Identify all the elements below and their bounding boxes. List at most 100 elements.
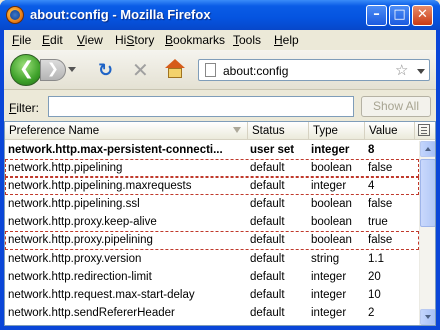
tree-rows: network.http.max-persistent-connecti... … [5,141,419,322]
menu-help[interactable]: Help [274,33,299,47]
pref-status: default [250,252,285,265]
reload-icon[interactable]: ↻ [98,60,113,81]
menu-help-accel: H [274,33,283,47]
pref-name: network.http.proxy.keep-alive [8,216,157,229]
pref-name: network.http.pipelining.ssl [8,198,140,211]
pref-type: integer [311,180,347,193]
pref-status: user set [250,144,295,156]
close-button[interactable]: ✕ [412,5,433,26]
pref-value: 1.1 [368,252,384,265]
filter-input[interactable] [48,96,354,117]
tree-header: Preference Name Status Type Value [5,122,435,140]
page-icon [205,63,216,77]
table-row[interactable]: network.http.sendRefererHeader default i… [5,304,419,322]
close-icon: ✕ [417,7,428,22]
window-border-bottom [0,326,440,330]
menu-history[interactable]: HiStory [115,33,154,47]
scroll-up-icon[interactable] [420,141,435,157]
menu-bar: File Edit View HiStory Bookmarks Tools H… [4,30,436,50]
pref-type: integer [311,144,350,156]
window-client-area: File Edit View HiStory Bookmarks Tools H… [4,30,436,326]
menu-edit[interactable]: Edit [42,33,63,47]
minimize-icon: – [373,7,380,22]
column-picker-icon[interactable] [418,124,430,136]
pref-value: false [368,234,393,247]
back-button[interactable]: ❮ [10,54,42,86]
pref-value: 4 [368,180,375,193]
pref-type: integer [311,270,347,283]
url-text: about:config [223,64,289,78]
pref-status: default [250,288,285,301]
pref-value: false [368,162,393,175]
pref-value: 8 [368,144,375,156]
table-row[interactable]: network.http.pipelining.maxrequests defa… [5,177,419,196]
table-row[interactable]: network.http.proxy.version default strin… [5,250,419,268]
menu-file[interactable]: File [12,33,31,47]
home-icon-body [168,68,182,78]
url-dropdown-icon[interactable] [417,69,425,74]
pref-status: default [250,180,285,193]
column-header-type[interactable]: Type [309,122,365,140]
show-all-button[interactable]: Show All [361,96,431,117]
menu-view[interactable]: View [77,33,103,47]
pref-status: default [250,216,285,229]
column-header-value[interactable]: Value [365,122,415,140]
window-border-right [436,30,440,330]
pref-type: boolean [311,198,352,211]
sort-icon [233,127,241,133]
pref-status: default [250,198,285,211]
filter-label-accel: F [9,101,17,115]
preferences-tree: Preference Name Status Type Value networ… [4,121,436,326]
table-row[interactable]: network.http.max-persistent-connecti... … [5,141,419,159]
firefox-window: about:config - Mozilla Firefox – □ ✕ Fil… [0,0,440,330]
pref-value: false [368,198,393,211]
pref-type: string [311,252,340,265]
menu-tools[interactable]: Tools [233,33,261,47]
home-icon-roof [165,59,185,68]
url-bar[interactable]: about:config ☆ [198,59,430,81]
forward-button[interactable]: ❯ [40,59,66,81]
pref-name: network.http.proxy.pipelining [8,234,153,247]
table-row[interactable]: network.http.redirection-limit default i… [5,268,419,286]
menu-edit-accel: E [42,33,51,47]
scroll-thumb[interactable] [420,159,435,227]
pref-status: default [250,234,285,247]
history-dropdown-icon[interactable] [68,67,76,73]
vertical-scrollbar[interactable] [419,141,435,325]
pref-status: default [250,306,285,319]
table-row[interactable]: network.http.request.max-start-delay def… [5,286,419,304]
table-row[interactable]: network.http.proxy.keep-alive default bo… [5,213,419,231]
back-arrow-icon: ❮ [19,58,35,79]
pref-name: network.http.max-persistent-connecti... [8,144,223,156]
menu-history-prefix: Hi [115,33,127,47]
minimize-button[interactable]: – [366,5,387,26]
bookmark-star-icon[interactable]: ☆ [395,61,408,79]
forward-arrow-icon: ❯ [47,61,59,77]
table-row[interactable]: network.http.proxy.pipelining default bo… [5,231,419,250]
table-row[interactable]: network.http.pipelining default boolean … [5,159,419,178]
menu-help-label: elp [282,33,299,47]
menu-edit-label: dit [50,33,63,47]
pref-name: network.http.proxy.version [8,252,142,265]
home-icon[interactable] [164,58,186,80]
maximize-button[interactable]: □ [389,5,410,26]
menu-bookmarks[interactable]: Bookmarks [165,33,225,47]
stop-icon[interactable]: ✕ [132,58,149,82]
pref-name: network.http.redirection-limit [8,270,152,283]
pref-name: network.http.pipelining.maxrequests [8,180,192,193]
table-row[interactable]: network.http.pipelining.ssl default bool… [5,195,419,213]
scroll-down-icon[interactable] [420,309,435,325]
column-header-status[interactable]: Status [248,122,309,140]
column-header-name[interactable]: Preference Name [5,122,248,140]
title-bar[interactable]: about:config - Mozilla Firefox – □ ✕ [0,0,440,30]
pref-status: default [250,270,285,283]
pref-name: network.http.sendRefererHeader [8,306,175,319]
pref-type: boolean [311,216,352,229]
pref-value: 2 [368,306,375,319]
column-header-name-label: Preference Name [9,125,100,137]
pref-value: 20 [368,270,381,283]
pref-type: integer [311,288,347,301]
pref-value: true [368,216,388,229]
pref-value: 10 [368,288,381,301]
menu-tools-label: ools [239,33,262,47]
